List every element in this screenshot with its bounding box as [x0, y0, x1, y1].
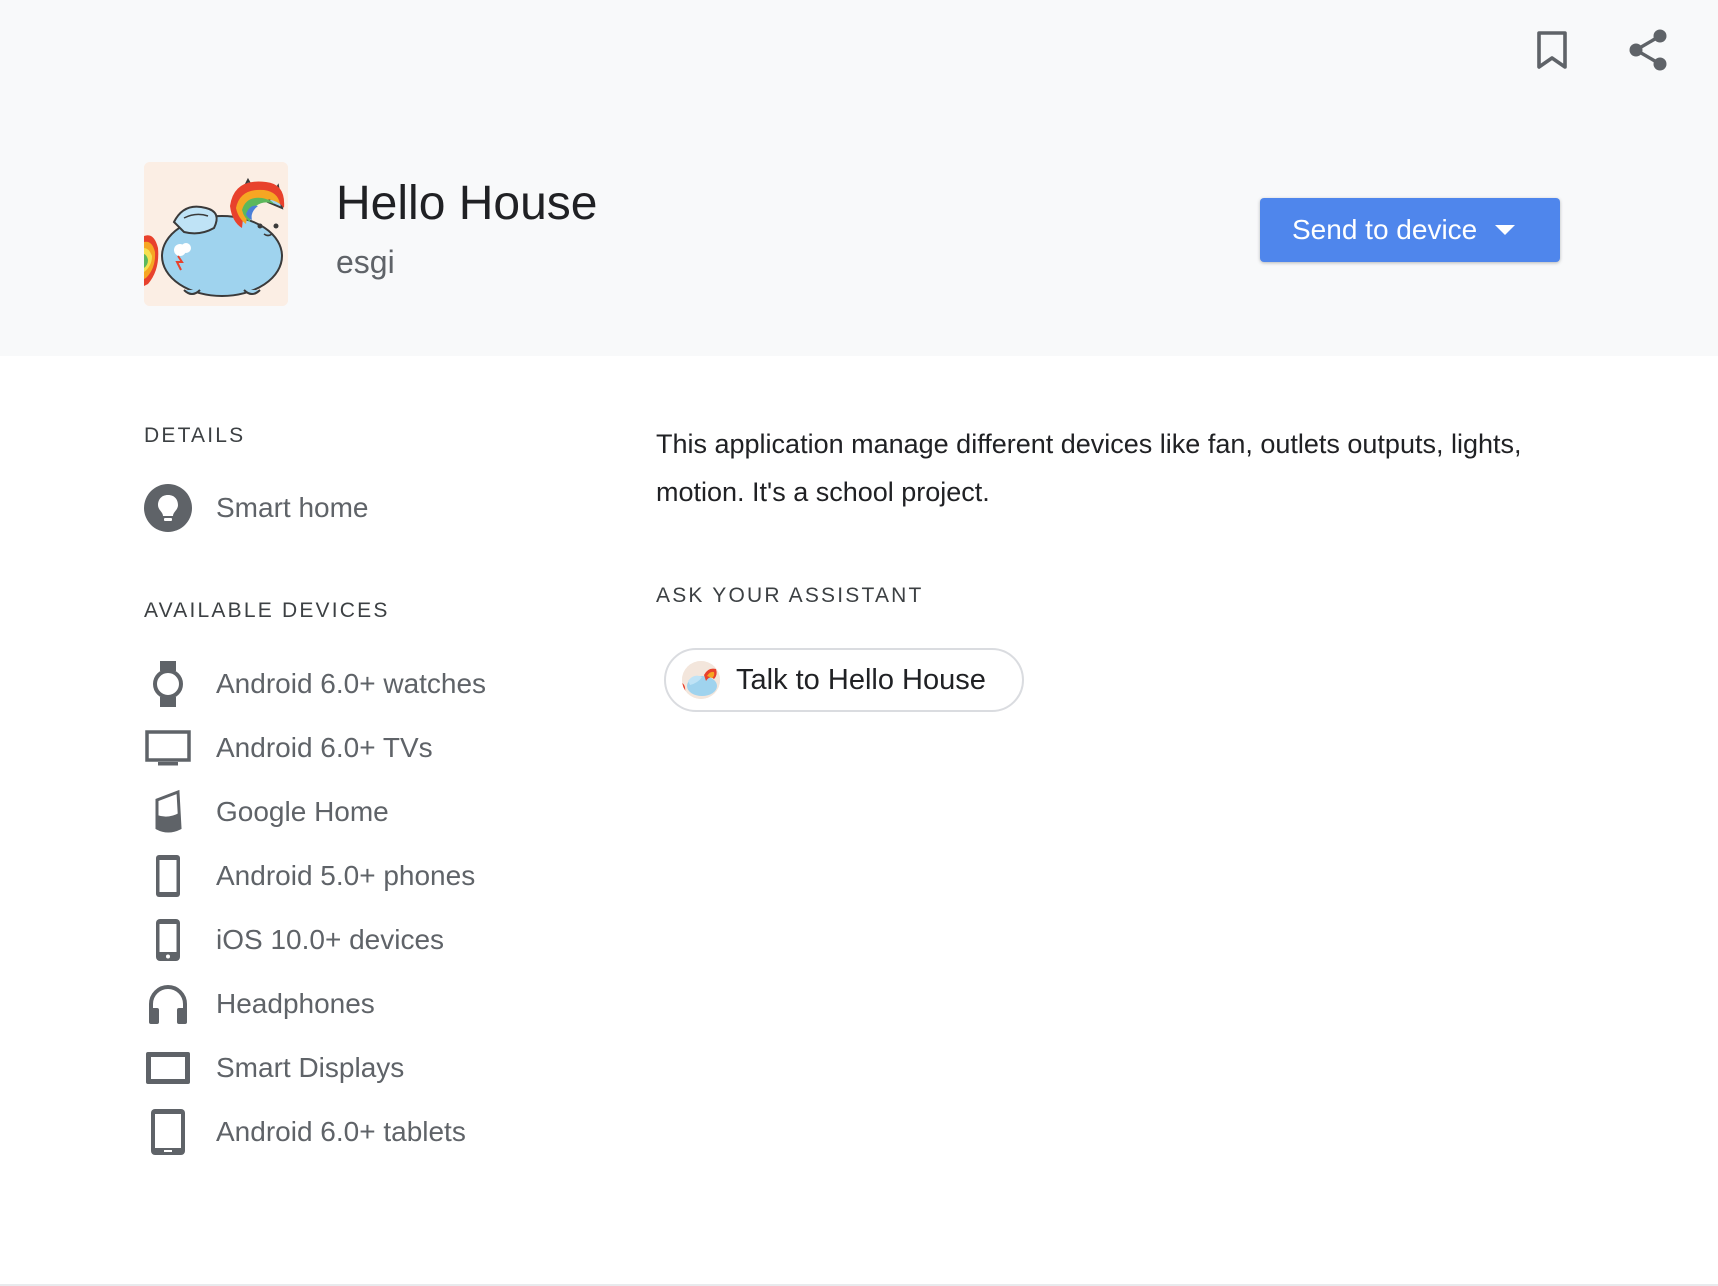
- device-item: Headphones: [144, 980, 375, 1028]
- device-item: Google Home: [144, 788, 389, 836]
- send-to-device-label: Send to device: [1292, 214, 1478, 245]
- device-item: Android 6.0+ watches: [144, 660, 486, 708]
- app-header: Hello House esgi Send to device: [0, 0, 1718, 356]
- bookmark-outline-icon: [1537, 31, 1567, 69]
- device-item: Android 6.0+ tablets: [144, 1108, 466, 1156]
- google-home-icon: [144, 788, 192, 836]
- category-label: Smart home: [216, 492, 369, 523]
- device-item: Android 5.0+ phones: [144, 852, 475, 900]
- device-label: Google Home: [216, 796, 389, 827]
- device-item: Smart Displays: [144, 1044, 404, 1092]
- app-description: This application manage different device…: [656, 429, 1522, 507]
- ask-assistant-heading: ASK YOUR ASSISTANT: [656, 584, 924, 607]
- developer-name[interactable]: esgi: [336, 244, 395, 281]
- category-row: Smart home: [144, 484, 369, 532]
- tv-icon: [144, 724, 192, 772]
- device-label: Smart Displays: [216, 1052, 405, 1083]
- android-phone-icon: [144, 852, 192, 900]
- headphones-icon: [144, 980, 192, 1028]
- available-devices-heading: AVAILABLE DEVICES: [144, 599, 390, 622]
- device-label: Android 5.0+ phones: [216, 860, 476, 891]
- send-to-device-button[interactable]: Send to device: [1260, 198, 1560, 262]
- app-avatar-icon: [682, 661, 720, 699]
- device-item: iOS 10.0+ devices: [144, 916, 444, 964]
- talk-to-app-chip[interactable]: Talk to Hello House: [664, 648, 1024, 712]
- device-label: Android 6.0+ watches: [216, 668, 487, 699]
- share-button[interactable]: [1624, 26, 1672, 74]
- device-label: Headphones: [216, 988, 375, 1019]
- tablet-icon: [144, 1108, 192, 1156]
- smart-display-icon: [144, 1044, 192, 1092]
- share-icon: [1629, 29, 1667, 71]
- rainbow-winged-cat-icon: [144, 162, 288, 306]
- caret-down-icon: [1495, 225, 1516, 235]
- bookmark-button[interactable]: [1528, 26, 1576, 74]
- device-label: Android 6.0+ TVs: [216, 732, 433, 763]
- ios-phone-icon: [144, 916, 192, 964]
- device-item: Android 6.0+ TVs: [144, 724, 433, 772]
- device-label: Android 6.0+ tablets: [216, 1116, 466, 1147]
- app-icon: [144, 162, 288, 306]
- talk-chip-label: Talk to Hello House: [736, 663, 986, 696]
- action-detail-page: Hello House esgi Send to device DETAILS …: [0, 0, 1718, 1286]
- lightbulb-icon: [144, 484, 192, 532]
- details-heading: DETAILS: [144, 424, 246, 447]
- app-title: Hello House: [336, 177, 598, 230]
- device-label: iOS 10.0+ devices: [216, 924, 445, 955]
- watch-icon: [144, 660, 192, 708]
